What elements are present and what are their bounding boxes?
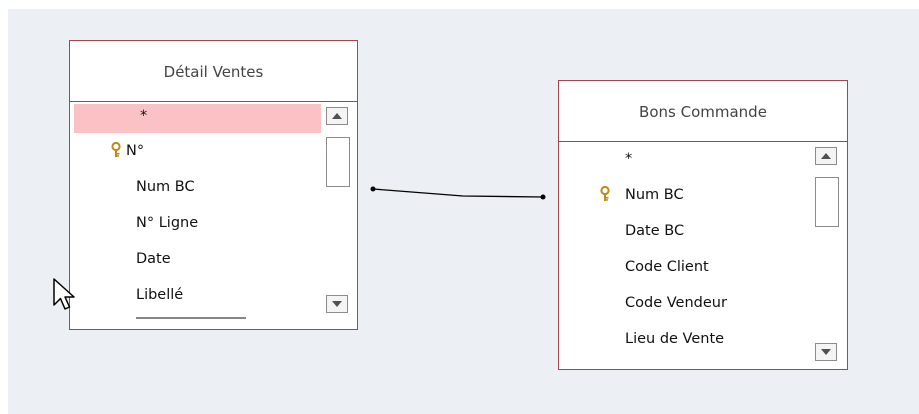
mouse-pointer-icon — [53, 278, 75, 310]
relationship-line[interactable] — [0, 0, 919, 414]
relationship-connector — [372, 188, 544, 198]
relationship-endpoint-right — [540, 194, 546, 200]
